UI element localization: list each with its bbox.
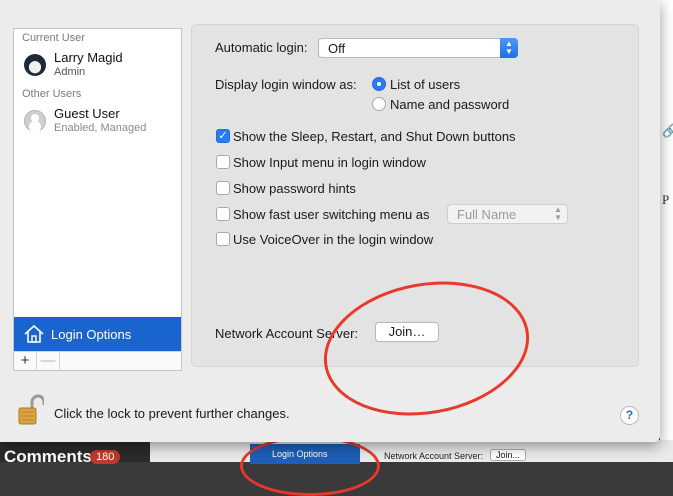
unlocked-padlock-icon[interactable] (18, 394, 44, 426)
radio-list-of-users[interactable] (372, 77, 386, 91)
chevron-updown-icon: ▲ ▼ (554, 205, 562, 222)
background-thumb-network-label: Network Account Server: (384, 451, 484, 461)
automatic-login-value: Off (328, 41, 346, 56)
login-options-label: Login Options (51, 326, 132, 342)
add-user-button[interactable]: + (14, 352, 37, 370)
user-name: Larry Magid (54, 50, 123, 65)
checkbox-sleep-restart-shutdown-label: Show the Sleep, Restart, and Shut Down b… (233, 129, 516, 144)
automatic-login-label: Automatic login: (215, 40, 308, 55)
checkbox-fast-user-switching-label: Show fast user switching menu as (233, 207, 430, 222)
sidebar-item-guest-user[interactable]: Guest User Enabled, Managed (22, 106, 182, 142)
users-sidebar: Current User Larry Magid Admin Other Use… (13, 28, 182, 371)
help-button[interactable]: ? (620, 406, 639, 425)
network-account-server-label: Network Account Server: (215, 326, 359, 341)
chevron-updown-icon: ▲ ▼ (500, 38, 518, 58)
guest-user-status: Enabled, Managed (54, 122, 147, 134)
checkbox-password-hints[interactable] (216, 181, 230, 195)
display-login-label: Display login window as: (215, 77, 357, 92)
checkbox-input-menu[interactable] (216, 155, 230, 169)
add-remove-bar: + — (13, 351, 182, 371)
user-role: Admin (54, 66, 86, 78)
radio-name-and-password[interactable] (372, 97, 386, 111)
radio-name-and-password-label: Name and password (390, 97, 510, 112)
automatic-login-select[interactable]: Off ▲ ▼ (318, 38, 518, 58)
checkbox-sleep-restart-shutdown[interactable]: ✓ (216, 129, 230, 143)
remove-user-button[interactable]: — (37, 352, 60, 370)
checkbox-password-hints-label: Show password hints (233, 181, 356, 196)
other-users-header: Other Users (22, 88, 82, 100)
join-button[interactable]: Join… (375, 322, 439, 342)
sidebar-item-current-user[interactable]: Larry Magid Admin (22, 50, 182, 86)
background-side-letter: P (662, 192, 670, 207)
guest-user-name: Guest User (54, 106, 120, 121)
guest-avatar-icon (24, 110, 46, 132)
users-groups-dialog: Current User Larry Magid Admin Other Use… (0, 0, 660, 442)
user-avatar (24, 54, 46, 76)
lock-instruction-text: Click the lock to prevent further change… (54, 406, 290, 421)
sidebar-item-login-options[interactable]: Login Options (14, 317, 181, 351)
background-comments-label: Comments (4, 447, 92, 466)
checkbox-fast-user-switching[interactable] (216, 207, 230, 221)
current-user-header: Current User (22, 32, 85, 44)
background-page (660, 0, 673, 462)
background-red-annotation (240, 436, 380, 496)
radio-list-of-users-label: List of users (390, 77, 461, 92)
fast-switching-select[interactable]: Full Name ▲ ▼ (447, 204, 568, 224)
background-thumb-join: Join... (490, 449, 527, 461)
fast-switching-value: Full Name (457, 207, 517, 222)
checkbox-voiceover-label: Use VoiceOver in the login window (233, 232, 434, 247)
background-link-icon: 🔗 (662, 123, 673, 138)
house-icon (24, 324, 44, 343)
checkbox-voiceover[interactable] (216, 232, 230, 246)
checkbox-input-menu-label: Show Input menu in login window (233, 155, 426, 170)
